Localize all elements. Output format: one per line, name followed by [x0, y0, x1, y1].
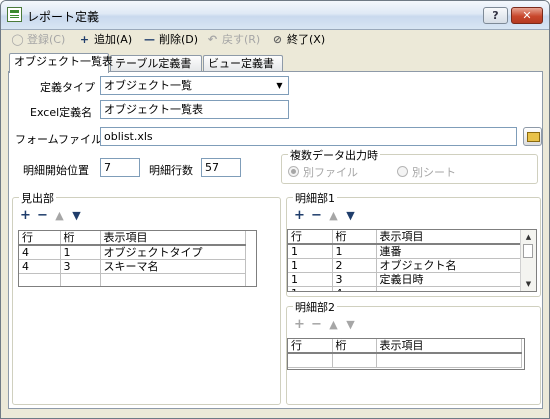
radio-separate-sheet[interactable]: 別シート	[397, 164, 456, 180]
scroll-thumb[interactable]	[523, 244, 533, 258]
table-row[interactable]: 1 1 連番	[288, 244, 522, 259]
col-header: 桁	[332, 339, 377, 354]
start-pos-label: 明細開始位置	[23, 164, 89, 177]
meisai2-title: 明細部2	[293, 299, 337, 315]
toolbar: ◯ 登録(C) + 追加(A) — 削除(D) ↶ 戻す(R) ⊘ 終了(X)	[1, 29, 549, 51]
table-row[interactable]: 1 3 定義日時	[288, 272, 522, 287]
minus-icon[interactable]: −	[34, 208, 51, 223]
browse-button[interactable]	[523, 127, 542, 146]
minus-icon[interactable]: −	[308, 317, 325, 332]
col-header: 桁	[332, 230, 377, 245]
meisai2-grid[interactable]: 行桁表示項目	[287, 338, 525, 370]
meisai2-row-tools: + − ▲ ▼	[291, 317, 359, 332]
help-button[interactable]: ?	[483, 7, 508, 24]
scroll-down-icon[interactable]: ▼	[521, 277, 536, 291]
meisai1-row-tools: + − ▲ ▼	[291, 208, 359, 223]
midashi-row-tools: + − ▲ ▼	[17, 208, 85, 223]
tab-object-list[interactable]: オブジェクト一覧表	[9, 53, 113, 73]
triangle-up-icon[interactable]: ▲	[51, 209, 68, 222]
table-row[interactable]	[19, 273, 246, 286]
midashi-grid[interactable]: 行桁表示項目 4 1 オブジェクトタイプ 4 3 スキーマ名	[18, 230, 257, 287]
report-definition-window: レポート定義 ? ✕ ◯ 登録(C) + 追加(A) — 削除(D) ↶ 戻す(R) ⊘…	[0, 0, 550, 419]
radio-separate-file[interactable]: 別ファイル	[288, 164, 358, 180]
def-type-value: オブジェクト一覧	[104, 79, 192, 92]
midashi-title: 見出部	[19, 190, 56, 206]
plus-icon[interactable]: +	[291, 208, 308, 223]
row-count-input[interactable]: 57	[201, 158, 241, 177]
form-file-input[interactable]: oblist.xls	[100, 127, 517, 146]
row-count-label: 明細行数	[149, 164, 193, 177]
window-title: レポート定義	[27, 10, 100, 24]
col-header: 表示項目	[376, 230, 522, 245]
midashi-group: 見出部 + − ▲ ▼ 行桁表示項目 4 1 オブジェクトタイプ 4 3 スキーマ名	[12, 190, 281, 405]
minus-icon: —	[144, 33, 155, 46]
title-bar: レポート定義 ? ✕	[1, 1, 549, 30]
col-header: 表示項目	[100, 231, 246, 246]
radio-on-icon	[288, 166, 299, 177]
add-button[interactable]: + 追加(A)	[78, 32, 132, 48]
table-row[interactable]: 4 3 スキーマ名	[19, 259, 246, 274]
folder-icon	[527, 132, 540, 142]
def-type-label: 定義タイプ	[40, 81, 95, 94]
meisai2-group: 明細部2 + − ▲ ▼ 行桁表示項目	[286, 299, 541, 405]
meisai1-title: 明細部1	[293, 190, 337, 206]
plus-icon: +	[79, 33, 90, 46]
register-button[interactable]: ◯ 登録(C)	[11, 32, 65, 48]
minus-icon[interactable]: −	[308, 208, 325, 223]
triangle-up-icon[interactable]: ▲	[325, 318, 342, 331]
undo-button[interactable]: ↶ 戻す(R)	[206, 32, 260, 48]
meisai1-group: 明細部1 +−▲▼ 行桁表示項目 11連番 12オブジェクト名 13定義日時 1…	[286, 190, 541, 297]
delete-button[interactable]: — 削除(D)	[143, 32, 198, 48]
undo-icon: ↶	[207, 33, 218, 46]
multi-output-group: 複数データ出力時 別ファイル 別シート	[281, 147, 538, 184]
triangle-down-icon[interactable]: ▼	[68, 209, 85, 222]
table-row[interactable]	[288, 353, 522, 368]
exit-button[interactable]: ⊘ 終了(X)	[271, 32, 325, 48]
table-row[interactable]: 14…	[288, 286, 522, 291]
triangle-down-icon[interactable]: ▼	[342, 318, 359, 331]
circle-icon: ◯	[11, 33, 24, 46]
start-pos-input[interactable]: 7	[100, 158, 140, 177]
table-row[interactable]: 1 2 オブジェクト名	[288, 258, 522, 273]
excel-name-label: Excel定義名	[30, 106, 93, 119]
exit-icon: ⊘	[272, 33, 283, 46]
col-header: 行	[19, 231, 61, 246]
col-header: 桁	[60, 231, 101, 246]
meisai1-grid[interactable]: 行桁表示項目 11連番 12オブジェクト名 13定義日時 14… ▲ ▼	[287, 229, 537, 292]
excel-name-input[interactable]: オブジェクト一覧表	[100, 100, 289, 119]
form-file-label: フォームファイル	[15, 133, 103, 146]
triangle-down-icon[interactable]: ▼	[342, 209, 359, 222]
table-row[interactable]: 4 1 オブジェクトタイプ	[19, 245, 246, 260]
tab-view-def[interactable]: ビュー定義書	[203, 55, 283, 72]
scroll-up-icon[interactable]: ▲	[521, 230, 536, 244]
col-header: 行	[288, 339, 333, 354]
col-header: 行	[288, 230, 333, 245]
triangle-up-icon[interactable]: ▲	[325, 209, 342, 222]
radio-off-icon	[397, 166, 408, 177]
chevron-down-icon[interactable]: ▼	[272, 78, 287, 93]
col-header: 表示項目	[376, 339, 522, 354]
meisai1-scrollbar[interactable]: ▲ ▼	[520, 230, 536, 291]
tab-table-def[interactable]: テーブル定義書	[110, 55, 202, 72]
plus-icon[interactable]: +	[291, 317, 308, 332]
def-type-select[interactable]: オブジェクト一覧 ▼	[100, 76, 289, 95]
tab-panel: 定義タイプ オブジェクト一覧 ▼ Excel定義名 オブジェクト一覧表 フォーム…	[8, 71, 543, 409]
report-app-icon	[7, 7, 22, 22]
close-button[interactable]: ✕	[511, 7, 543, 24]
plus-icon[interactable]: +	[17, 208, 34, 223]
multi-output-title: 複数データ出力時	[288, 147, 380, 163]
